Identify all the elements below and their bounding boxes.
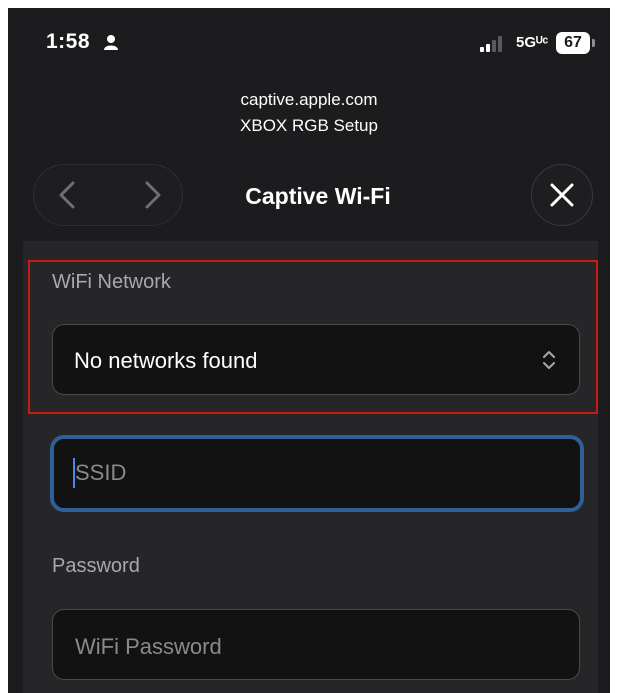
captive-sheet: 1:58 5Gᵁᶜ 67 captive.apple.com XBOX RGB … xyxy=(8,8,610,693)
sheet-title: Captive Wi-Fi xyxy=(245,183,391,209)
network-type: 5Gᵁᶜ xyxy=(516,34,549,51)
wifi-network-label: WiFi Network xyxy=(52,271,171,293)
page-title: XBOX RGB Setup xyxy=(240,116,378,135)
close-icon xyxy=(550,183,574,207)
battery-level: 67 xyxy=(564,34,582,51)
back-chevron-icon[interactable] xyxy=(56,180,80,210)
person-icon xyxy=(104,35,118,50)
wifi-network-value: No networks found xyxy=(74,348,258,373)
ssid-input[interactable] xyxy=(50,435,584,512)
domain-label: captive.apple.com xyxy=(240,90,378,109)
updown-chevron-icon xyxy=(543,351,555,369)
password-placeholder: WiFi Password xyxy=(75,634,222,659)
password-label: Password xyxy=(52,555,140,577)
close-button[interactable] xyxy=(531,164,593,226)
battery-indicator: 67 xyxy=(556,32,590,54)
forward-chevron-icon[interactable] xyxy=(140,180,164,210)
ssid-placeholder: SSID xyxy=(75,460,127,485)
battery-nub xyxy=(592,39,595,47)
signal-icon xyxy=(480,36,502,52)
status-time: 1:58 xyxy=(46,30,91,53)
